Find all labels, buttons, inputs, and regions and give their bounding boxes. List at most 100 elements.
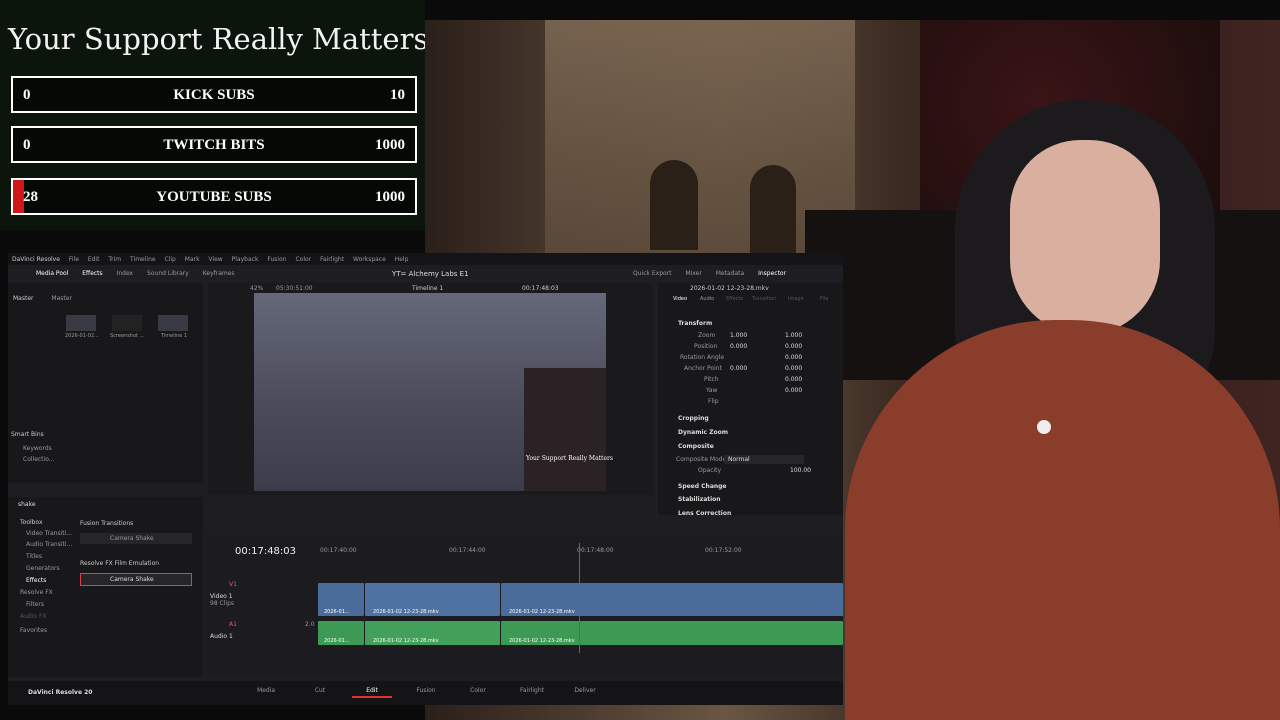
section-cropping[interactable]: Cropping [678, 414, 843, 424]
menu-help[interactable]: Help [395, 256, 409, 263]
menu-mark[interactable]: Mark [185, 256, 200, 263]
opacity-field[interactable]: 100.00 [790, 466, 811, 476]
inspector-tab-file[interactable]: File [820, 296, 828, 302]
section-stabilization[interactable]: Stabilization [678, 495, 843, 505]
inspector-row-position: Position 0.000 0.000 [658, 342, 843, 352]
video-clip[interactable]: 2026-01... [318, 583, 364, 616]
position-x-field[interactable]: 0.000 [730, 342, 747, 352]
toolbox-item[interactable]: Resolve FX [20, 589, 53, 596]
anchor-x-field[interactable]: 0.000 [730, 364, 747, 374]
support-goals-overlay: Your Support Really Matters 0 KICK SUBS … [0, 0, 428, 230]
effect-camera-shake-transition[interactable]: Camera Shake [80, 533, 192, 544]
toolbox-item[interactable]: Audio FX [20, 613, 47, 620]
page-fairlight[interactable]: Fairlight [512, 687, 552, 694]
preview-webcam [524, 368, 606, 491]
composite-mode-dropdown[interactable]: Normal [724, 455, 804, 464]
menu-trim[interactable]: Trim [108, 256, 121, 263]
section-composite[interactable]: Composite [678, 442, 843, 452]
smart-bin-keywords[interactable]: Keywords [23, 445, 52, 452]
section-speed-change[interactable]: Speed Change [678, 482, 843, 492]
smart-bin-collections[interactable]: Collectio... [23, 456, 55, 463]
inspector-tab-video[interactable]: Video [673, 296, 687, 302]
inspector-row-rotation: Rotation Angle 0.000 [658, 353, 843, 363]
favorites-item[interactable]: Favorites [20, 627, 47, 634]
yaw-field[interactable]: 0.000 [785, 386, 802, 396]
timeline-name[interactable]: Timeline 1 [412, 285, 443, 292]
audio-clip[interactable]: 2026-01-02 12-23-28.mkv [501, 621, 843, 645]
page-edit[interactable]: Edit [352, 687, 392, 698]
audio-clip[interactable]: 2026-01... [318, 621, 364, 645]
inspector-tab-audio[interactable]: Audio [700, 296, 714, 302]
ruler-tick: 00:17:40:00 [320, 547, 357, 554]
media-thumbnail[interactable] [158, 315, 188, 331]
effects-search-input[interactable]: shake [18, 501, 36, 508]
section-transform[interactable]: Transform [678, 319, 843, 329]
media-pool-button[interactable]: Media Pool [36, 270, 68, 277]
zoom-x-field[interactable]: 1.000 [730, 331, 747, 341]
inspector-tab-transition[interactable]: Transition [752, 296, 776, 302]
row-label: Pitch [704, 376, 719, 383]
section-dynamic-zoom[interactable]: Dynamic Zoom [678, 428, 843, 438]
menu-clip[interactable]: Clip [164, 256, 175, 263]
page-media[interactable]: Media [246, 687, 286, 694]
toolbox-item[interactable]: Audio Transiti... [26, 541, 72, 548]
metadata-button[interactable]: Metadata [716, 270, 744, 277]
inspector-tab-image[interactable]: Image [788, 296, 804, 302]
toolbox-item[interactable]: Toolbox [20, 519, 43, 526]
anchor-y-field[interactable]: 0.000 [785, 364, 802, 374]
menu-file[interactable]: File [69, 256, 79, 263]
sound-library-button[interactable]: Sound Library [147, 270, 189, 277]
menu-fairlight[interactable]: Fairlight [320, 256, 344, 263]
effects-group-title: Fusion Transitions [80, 520, 134, 527]
viewer-frame[interactable]: Your Support Really Matters [254, 293, 613, 491]
media-thumbnail[interactable] [66, 315, 96, 331]
page-fusion[interactable]: Fusion [406, 687, 446, 694]
menu-playback[interactable]: Playback [232, 256, 259, 263]
menu-fusion[interactable]: Fusion [267, 256, 286, 263]
page-bar: DaVinci Resolve 20 Media Cut Edit Fusion… [8, 681, 843, 705]
zoom-y-field[interactable]: 1.000 [785, 331, 802, 341]
menu-view[interactable]: View [208, 256, 222, 263]
page-deliver[interactable]: Deliver [565, 687, 605, 694]
toolbox-item[interactable]: Video Transiti... [26, 530, 72, 537]
page-cut[interactable]: Cut [300, 687, 340, 694]
toolbox-item[interactable]: Titles [26, 553, 42, 560]
menu-workspace[interactable]: Workspace [353, 256, 386, 263]
pitch-field[interactable]: 0.000 [785, 375, 802, 385]
inspector-button[interactable]: Inspector [758, 270, 786, 277]
audio-clip[interactable]: 2026-01-02 12-23-28.mkv [365, 621, 500, 645]
bin-tab-master-2[interactable]: Master [51, 295, 72, 302]
davinci-resolve-window: DaVinci Resolve File Edit Trim Timeline … [8, 253, 843, 705]
section-lens-correction[interactable]: Lens Correction [678, 509, 843, 519]
media-thumbnail[interactable] [112, 315, 142, 331]
bin-tab-master[interactable]: Master [13, 295, 34, 302]
video-clip[interactable]: 2026-01-02 12-23-28.mkv [365, 583, 500, 616]
toolbox-item[interactable]: Generators [26, 565, 60, 572]
toolbox-item[interactable]: Effects [26, 577, 46, 584]
viewer-zoom[interactable]: 42% [250, 285, 263, 292]
necklace-pendant [1037, 420, 1051, 434]
track-id-v1[interactable]: V1 [229, 581, 237, 588]
track-id-a1[interactable]: A1 [229, 621, 237, 628]
playhead[interactable] [579, 543, 580, 653]
quick-export-button[interactable]: Quick Export [633, 270, 672, 277]
row-label: Anchor Point [684, 365, 722, 372]
menu-edit[interactable]: Edit [88, 256, 100, 263]
mixer-button[interactable]: Mixer [685, 270, 701, 277]
track-name-audio: Audio 1 [210, 633, 233, 640]
effect-camera-shake-film[interactable]: Camera Shake [80, 573, 192, 586]
cat-tree-hole [650, 160, 698, 250]
position-y-field[interactable]: 0.000 [785, 342, 802, 352]
inspector-tab-effects[interactable]: Effects [726, 296, 743, 302]
menu-color[interactable]: Color [295, 256, 311, 263]
page-color[interactable]: Color [458, 687, 498, 694]
inspector-row-yaw: Yaw 0.000 [658, 386, 843, 396]
sweater [845, 320, 1280, 720]
index-button[interactable]: Index [117, 270, 134, 277]
effects-button[interactable]: Effects [82, 270, 102, 277]
video-clip[interactable]: 2026-01-02 12-23-28.mkv [501, 583, 843, 616]
menu-timeline[interactable]: Timeline [130, 256, 156, 263]
rotation-field[interactable]: 0.000 [785, 353, 802, 363]
keyframes-button[interactable]: Keyframes [203, 270, 235, 277]
toolbox-item[interactable]: Filters [26, 601, 44, 608]
